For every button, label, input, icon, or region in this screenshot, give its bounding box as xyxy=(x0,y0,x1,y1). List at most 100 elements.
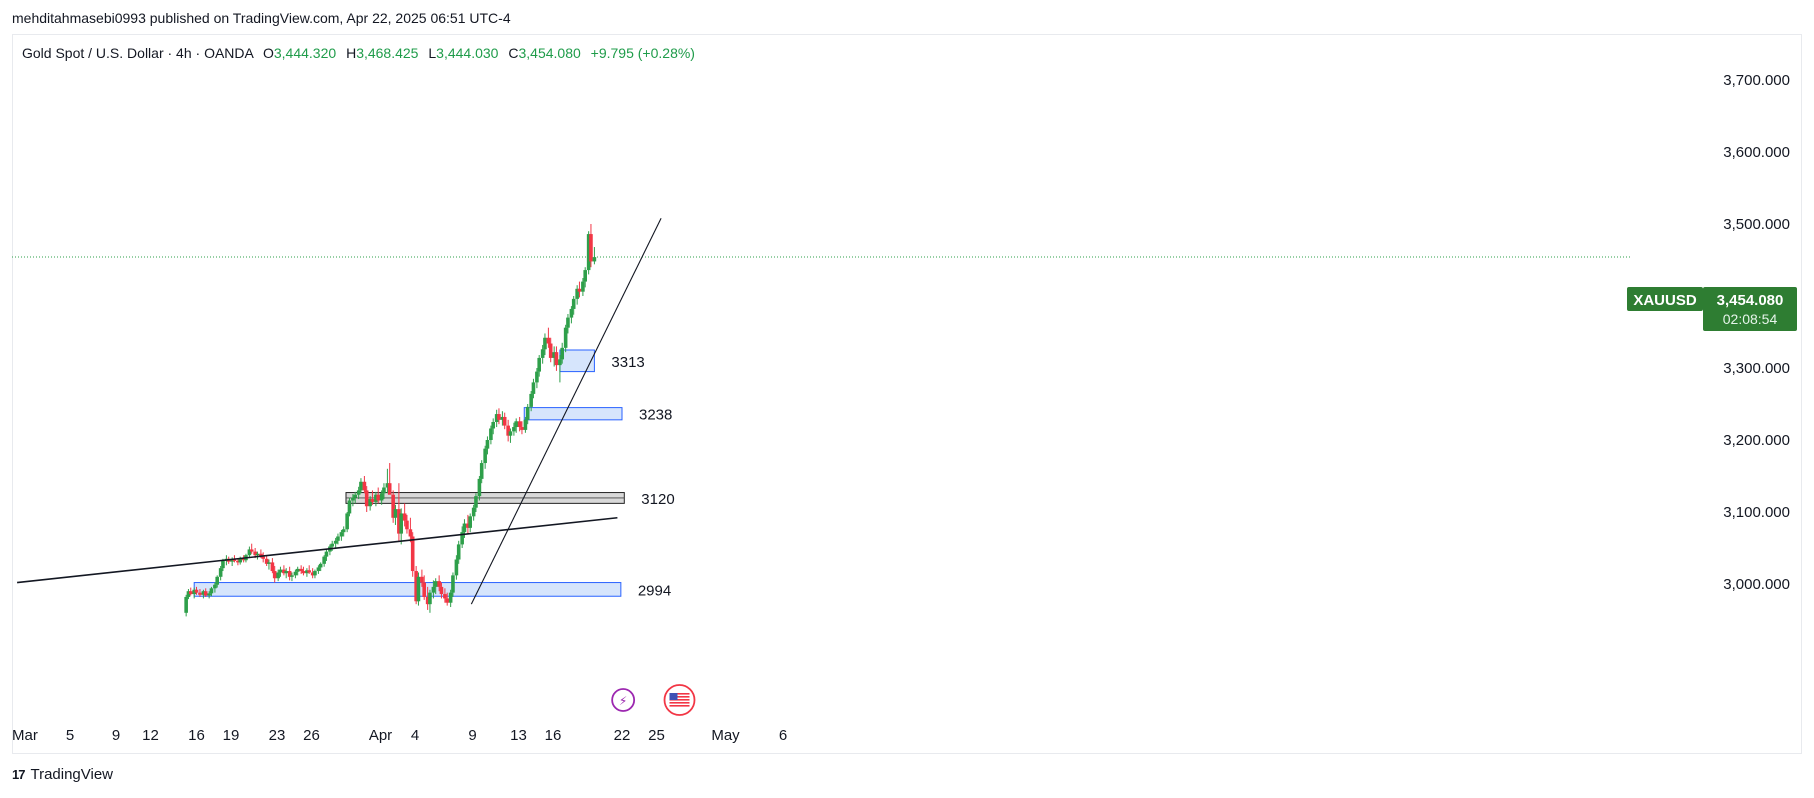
candle-body xyxy=(333,540,338,544)
candle-body xyxy=(577,288,582,292)
zone-label-3238: 3238 xyxy=(639,407,672,424)
flag-stripe xyxy=(669,705,690,707)
candle-body xyxy=(376,494,380,501)
zone-3313[interactable] xyxy=(559,349,595,373)
x-tick-label: May xyxy=(711,727,740,744)
x-tick-label: Apr xyxy=(369,727,392,744)
candle-body xyxy=(278,569,283,573)
x-tick-label: Mar xyxy=(12,727,38,744)
candle-body xyxy=(451,575,455,593)
open-label: O xyxy=(262,45,274,61)
candle-body xyxy=(324,551,329,557)
candle-body xyxy=(566,317,570,328)
candle-body xyxy=(445,598,449,603)
y-tick-label: 3,600.000 xyxy=(1723,144,1790,161)
change-value: +9.795 (+0.28%) xyxy=(590,45,695,61)
candle-body xyxy=(284,571,288,574)
tradingview-footer[interactable]: 17 TradingView xyxy=(12,766,113,783)
candle-body xyxy=(502,416,507,426)
y-tick-label: 3,700.000 xyxy=(1723,72,1790,89)
candle-body xyxy=(531,382,536,394)
x-tick-label: 19 xyxy=(223,727,240,744)
candle-body xyxy=(471,507,476,517)
y-tick-label: 3,100.000 xyxy=(1723,504,1790,521)
candle-body xyxy=(399,513,403,534)
candle-body xyxy=(370,499,375,502)
candle-body xyxy=(420,576,424,583)
candle-body xyxy=(387,483,392,495)
y-tick-label: 3,500.000 xyxy=(1723,216,1790,233)
candle-body xyxy=(353,494,357,498)
x-tick-label: 16 xyxy=(545,727,562,744)
x-tick-label: 23 xyxy=(269,727,286,744)
x-tick-label: 5 xyxy=(66,727,74,744)
candle-body xyxy=(270,562,275,572)
candle-body xyxy=(558,359,562,366)
candle-body xyxy=(569,308,574,318)
candle-body xyxy=(295,568,300,572)
candle-body xyxy=(255,553,260,556)
candle-body xyxy=(535,371,539,383)
candle-body xyxy=(546,337,551,344)
open-value: 3,444.320 xyxy=(273,45,337,61)
x-tick-label: 25 xyxy=(648,727,665,744)
price-chart[interactable]: 3313 3238 3120 2994 3,700.000 3,600.000 3,500.… xyxy=(0,0,1814,798)
zone-label-2994: 2994 xyxy=(638,582,671,599)
candle-body xyxy=(402,513,407,521)
zone-3238[interactable] xyxy=(523,407,623,421)
price-badge-countdown: 02:08:54 xyxy=(1723,311,1778,327)
flag-canton xyxy=(669,693,678,700)
candle-body xyxy=(322,556,326,564)
candle-body xyxy=(184,596,188,613)
candle-body xyxy=(336,536,340,541)
price-badge-value: 3,454.080 xyxy=(1717,292,1784,309)
zone-label-3120: 3120 xyxy=(641,491,674,508)
x-tick-label: 13 xyxy=(510,727,527,744)
candle-body xyxy=(347,500,352,514)
trendline-2[interactable] xyxy=(470,217,662,605)
candle-body xyxy=(540,349,545,358)
candle-body xyxy=(448,592,453,603)
candle-body xyxy=(543,337,547,350)
x-tick-label: 9 xyxy=(468,727,476,744)
y-tick-label: 3,200.000 xyxy=(1723,432,1790,449)
candle-body xyxy=(537,357,541,372)
candle-body xyxy=(316,567,321,572)
x-tick-label: 22 xyxy=(614,727,631,744)
symbol-badge-text: XAUUSD xyxy=(1633,292,1697,309)
candle-body xyxy=(213,584,217,589)
candle-body xyxy=(592,257,597,262)
candle-body xyxy=(408,529,413,537)
candle-body xyxy=(301,571,306,574)
flag-stripe xyxy=(669,702,690,704)
candle-body xyxy=(428,592,432,605)
candle-body xyxy=(554,352,559,366)
candle-body xyxy=(215,576,219,585)
candle-body xyxy=(382,487,386,494)
y-tick-label: 3,000.000 xyxy=(1723,576,1790,593)
candle-body xyxy=(339,532,344,537)
candle-body xyxy=(379,493,384,501)
candle-body xyxy=(422,582,426,597)
candle-body xyxy=(218,568,223,577)
candle-body xyxy=(209,588,214,594)
candle-body xyxy=(474,496,478,508)
lightning-event-glyph: ⚡ xyxy=(619,694,627,708)
trendline-1[interactable] xyxy=(17,516,618,584)
zone-2994[interactable] xyxy=(193,582,622,597)
candle-body xyxy=(583,270,587,282)
candle-body xyxy=(221,560,225,569)
candle-body xyxy=(589,234,593,262)
candle-body xyxy=(437,581,441,587)
zone-label-3313: 3313 xyxy=(611,354,644,371)
candle-body xyxy=(443,594,447,599)
candle-body xyxy=(529,393,533,407)
candle-body xyxy=(454,559,459,576)
candle-body xyxy=(341,529,346,533)
candle-body xyxy=(330,543,334,547)
close-value: 3,454.080 xyxy=(518,45,581,61)
candle-body xyxy=(477,478,482,497)
candle-body xyxy=(307,570,311,573)
x-tick-label: 16 xyxy=(188,727,205,744)
ohlc-legend: Gold Spot / U.S. Dollar · 4h · OANDA O3,… xyxy=(22,45,695,61)
